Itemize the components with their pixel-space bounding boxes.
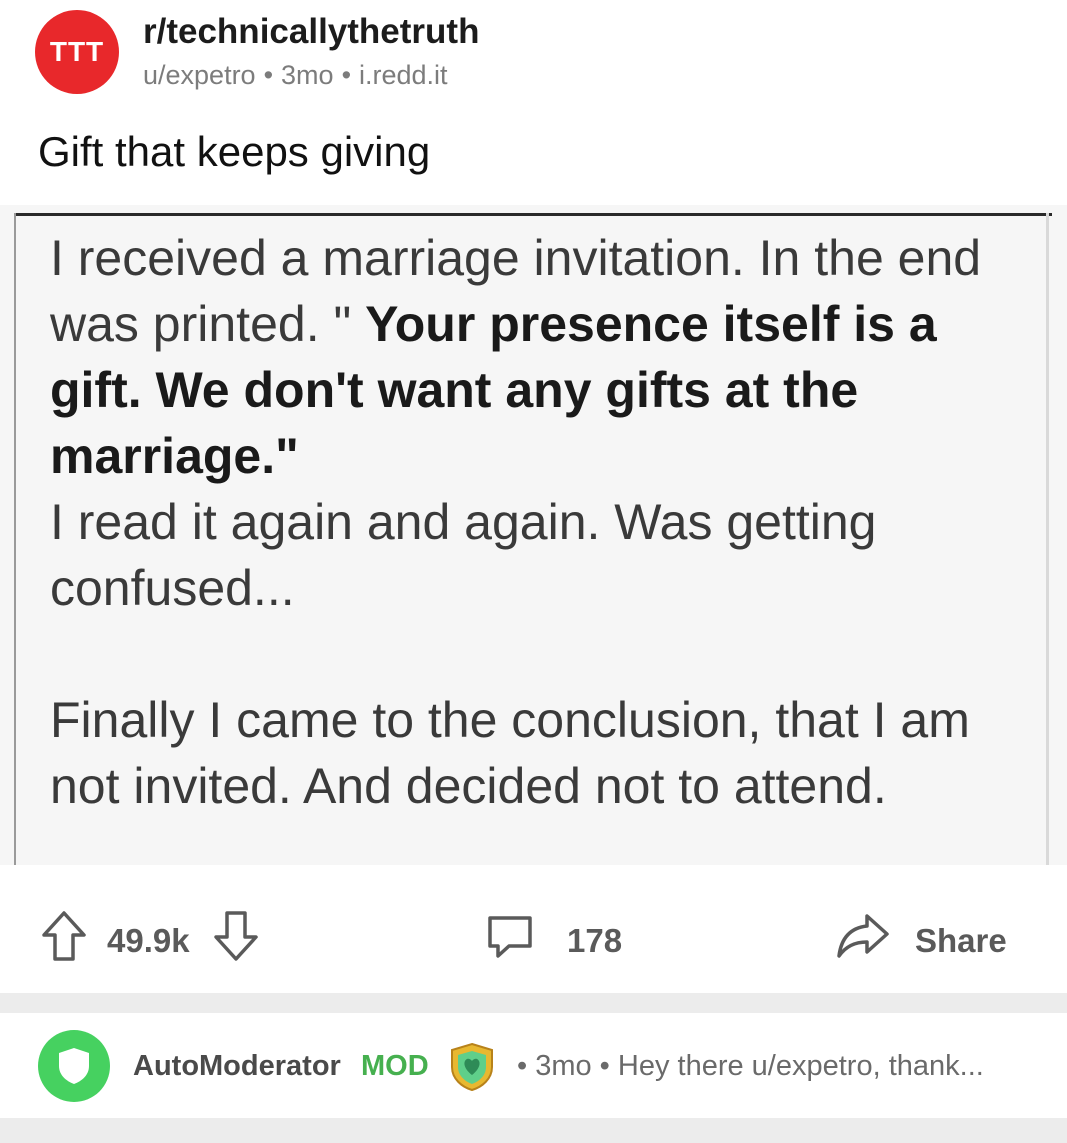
post-domain[interactable]: i.redd.it: [359, 60, 448, 90]
upvote-icon[interactable]: [40, 910, 88, 967]
comment-preview[interactable]: AutoModerator MOD • 3mo • Hey there u/ex…: [0, 1013, 1067, 1118]
score: 49.9k: [107, 922, 190, 959]
post-header: TTT r/technicallythetruth u/expetro • 3mo •…: [0, 0, 1067, 110]
share-button[interactable]: Share: [915, 922, 1007, 960]
mod-badge-icon: [446, 1041, 498, 1098]
author-link[interactable]: u/expetro: [143, 60, 256, 90]
shield-icon: [59, 1048, 89, 1084]
subreddit-name[interactable]: r/technicallythetruth: [143, 12, 479, 52]
image-border-top: [14, 213, 1052, 216]
post-actions: 49.9k 178 Share: [0, 880, 1067, 990]
post-title[interactable]: Gift that keeps giving: [38, 128, 430, 176]
comment-icon[interactable]: [485, 914, 535, 965]
comment-meta: • 3mo • Hey there u/expetro, thank...: [517, 1050, 984, 1082]
downvote-icon[interactable]: [212, 910, 260, 967]
post-age: 3mo: [281, 60, 334, 90]
image-border-left: [14, 213, 16, 865]
bottom-divider: [0, 1118, 1067, 1143]
mod-flag: MOD: [361, 1050, 429, 1082]
image-paragraph-3: Finally I came to the conclusion, that I…: [50, 692, 970, 814]
image-text: I received a marriage invitation. In the…: [50, 225, 1040, 819]
image-border-right: [1046, 213, 1049, 865]
image-paragraph-2: I read it again and again. Was getting c…: [50, 494, 877, 616]
automoderator-avatar[interactable]: [38, 1030, 110, 1102]
post-image[interactable]: I received a marriage invitation. In the…: [0, 205, 1067, 865]
meta-separator: •: [341, 60, 352, 90]
subreddit-avatar[interactable]: TTT: [35, 10, 119, 94]
comment-count[interactable]: 178: [567, 922, 622, 960]
section-divider: [0, 993, 1067, 1013]
post-meta: u/expetro • 3mo • i.redd.it: [143, 60, 448, 91]
meta-separator: •: [263, 60, 274, 90]
share-icon[interactable]: [835, 912, 891, 965]
image-paragraph-1: I received a marriage invitation. In the…: [50, 225, 1040, 489]
comment-author[interactable]: AutoModerator: [133, 1050, 341, 1083]
